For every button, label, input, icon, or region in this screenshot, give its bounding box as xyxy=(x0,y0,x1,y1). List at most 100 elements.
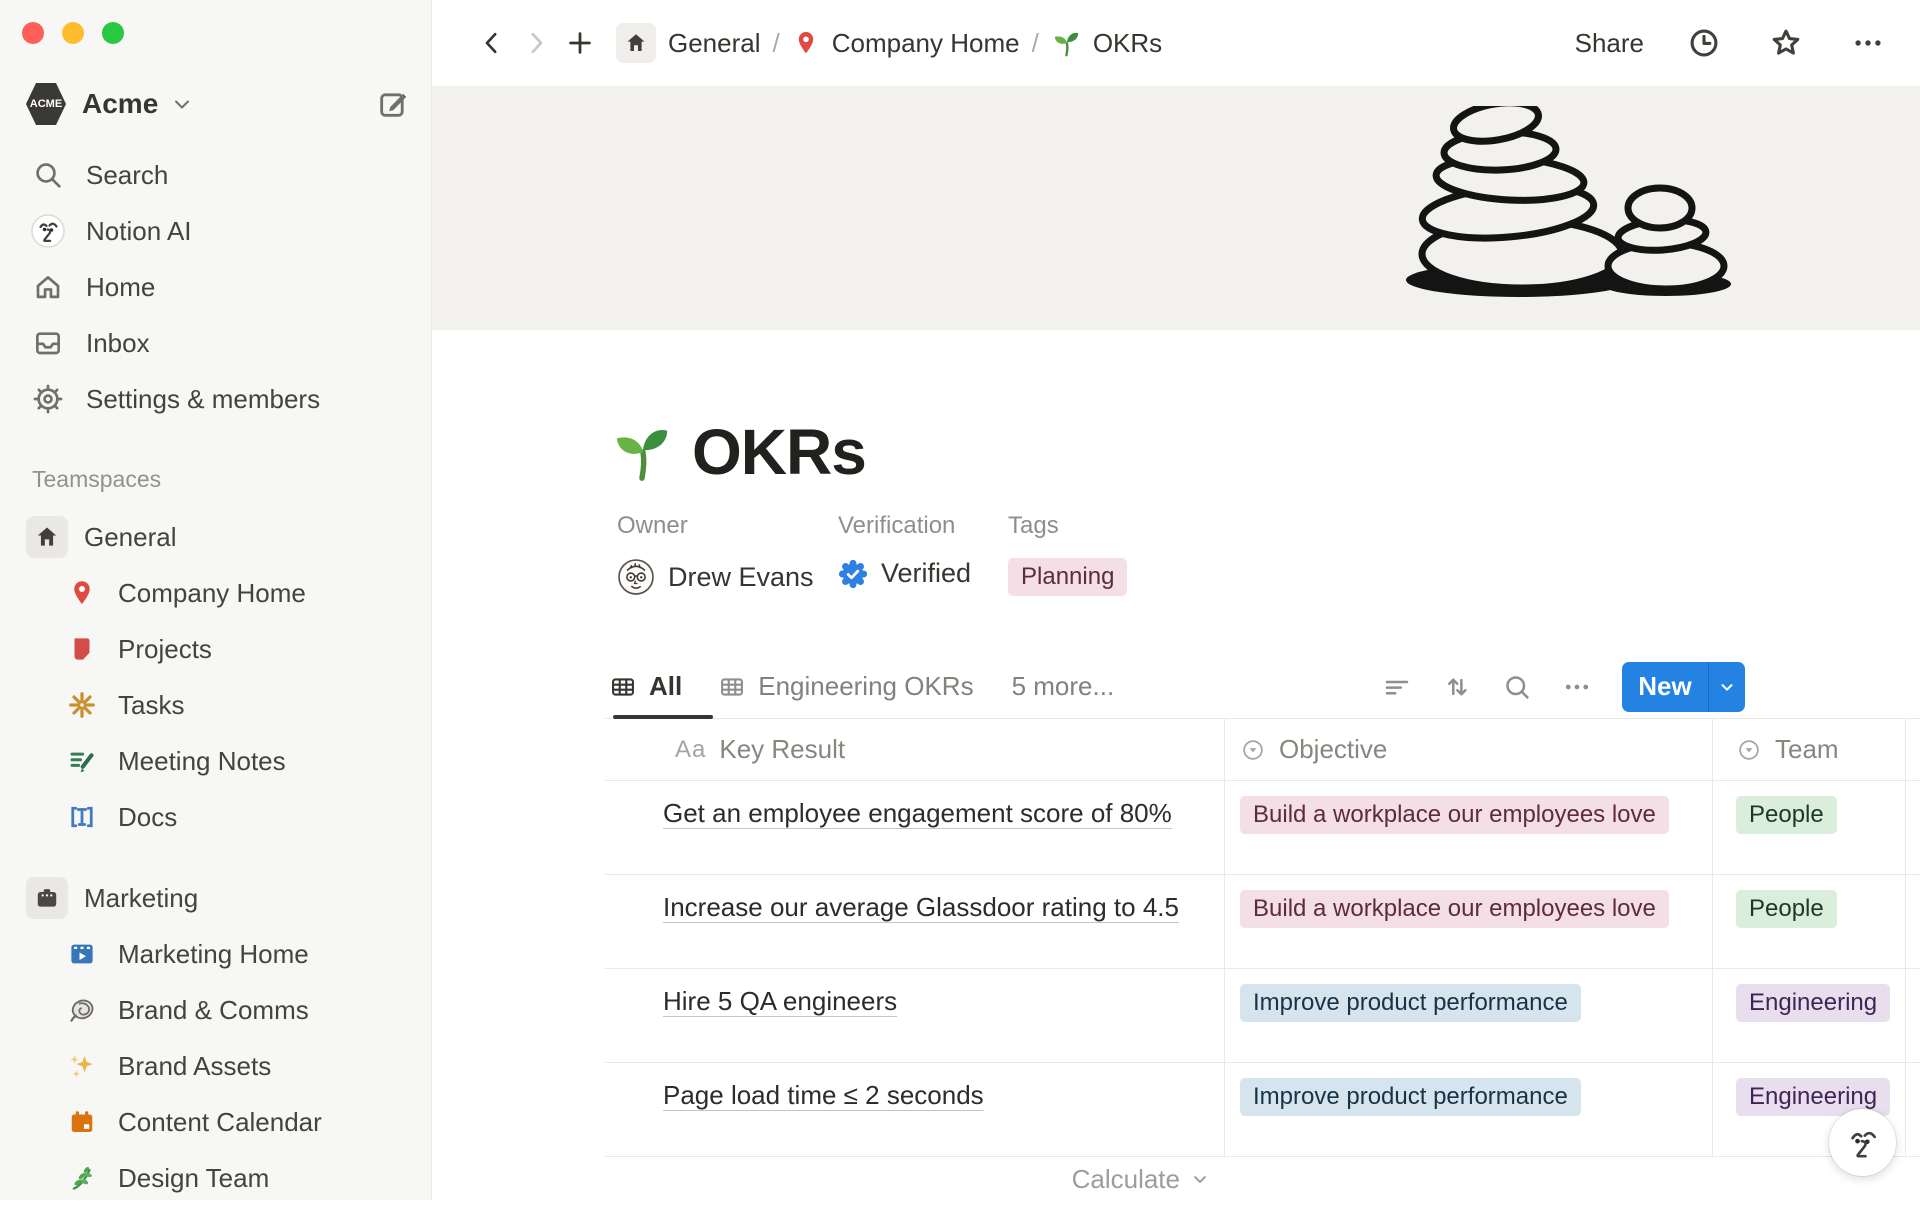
sidebar-item-notion-ai[interactable]: Notion AI xyxy=(12,203,420,259)
sidebar-item-company-home[interactable]: Company Home xyxy=(12,565,420,621)
workspace-switcher[interactable]: ACME Acme xyxy=(26,80,410,128)
tab-all[interactable]: All xyxy=(609,655,682,718)
column-header-team[interactable]: Team xyxy=(1712,719,1912,780)
notes-pencil-icon xyxy=(62,746,102,776)
sidebar-item-meeting-notes[interactable]: Meeting Notes xyxy=(12,733,420,789)
sprout-page-icon[interactable] xyxy=(610,421,672,483)
sidebar-item-home[interactable]: Home xyxy=(12,259,420,315)
teamspace-general-group: General Company Home Projects xyxy=(12,509,420,845)
close-window-button[interactable] xyxy=(22,22,44,44)
key-result-cell[interactable]: Increase our average Glassdoor rating to… xyxy=(605,875,1224,968)
filter-icon[interactable] xyxy=(1382,672,1412,702)
sparkles-icon xyxy=(62,1051,102,1081)
forward-icon[interactable] xyxy=(514,21,558,65)
sidebar-item-content-calendar[interactable]: Content Calendar xyxy=(12,1094,420,1150)
objective-cell[interactable]: Improve product performance xyxy=(1224,969,1712,1062)
breadcrumb-general-icon[interactable] xyxy=(616,23,656,63)
sidebar-item-marketing-home[interactable]: Marketing Home xyxy=(12,926,420,982)
team-cell[interactable]: People xyxy=(1712,875,1912,968)
key-result-link: Get an employee engagement score of 80% xyxy=(663,798,1172,828)
breadcrumb-company-home[interactable]: Company Home xyxy=(832,28,1020,59)
column-divider[interactable] xyxy=(1712,719,1713,1157)
team-cell[interactable]: Engineering xyxy=(1712,969,1912,1062)
objective-cell[interactable]: Build a workplace our employees love xyxy=(1224,875,1712,968)
sidebar-item-brand-assets[interactable]: Brand Assets xyxy=(12,1038,420,1094)
sidebar-item-label: General xyxy=(84,522,177,553)
team-tag[interactable]: People xyxy=(1736,796,1837,834)
sidebar-item-label: Content Calendar xyxy=(118,1107,322,1138)
team-cell[interactable]: People xyxy=(1712,781,1912,874)
clock-icon[interactable] xyxy=(1682,21,1726,65)
team-tag[interactable]: Engineering xyxy=(1736,984,1890,1022)
more-options-icon[interactable] xyxy=(1846,21,1890,65)
tags-value[interactable]: Planning xyxy=(1008,558,1127,596)
sidebar-item-projects[interactable]: Projects xyxy=(12,621,420,677)
column-divider[interactable] xyxy=(1224,719,1225,1157)
sidebar-item-inbox[interactable]: Inbox xyxy=(12,315,420,371)
objective-tag[interactable]: Improve product performance xyxy=(1240,1078,1581,1116)
notion-ai-fab[interactable] xyxy=(1829,1109,1896,1176)
more-views-button[interactable]: 5 more... xyxy=(1012,671,1115,702)
column-divider[interactable] xyxy=(1905,719,1906,1157)
new-button-chevron-icon[interactable] xyxy=(1709,662,1745,712)
sidebar-item-brand-comms[interactable]: Brand & Comms xyxy=(12,982,420,1038)
column-header-key-result[interactable]: Aa Key Result xyxy=(605,719,1224,780)
column-header-objective[interactable]: Objective xyxy=(1224,719,1712,780)
sidebar-item-search[interactable]: Search xyxy=(12,147,420,203)
property-tags: Tags Planning xyxy=(1008,512,1127,596)
sidebar-item-label: Docs xyxy=(118,802,177,833)
objective-tag[interactable]: Improve product performance xyxy=(1240,984,1581,1022)
tag-planning[interactable]: Planning xyxy=(1008,558,1127,596)
view-options-icon[interactable] xyxy=(1562,672,1592,702)
page-cover[interactable] xyxy=(432,86,1920,330)
breadcrumb-okrs[interactable]: OKRs xyxy=(1093,28,1162,59)
select-property-icon xyxy=(1240,737,1266,763)
sidebar-item-marketing[interactable]: Marketing xyxy=(12,870,420,926)
key-result-cell[interactable]: Page load time ≤ 2 seconds xyxy=(605,1063,1224,1156)
objective-cell[interactable]: Improve product performance xyxy=(1224,1063,1712,1156)
page-header: OKRs xyxy=(610,415,866,489)
sidebar-item-docs[interactable]: Docs xyxy=(12,789,420,845)
search-view-icon[interactable] xyxy=(1502,672,1532,702)
sidebar-item-design-team[interactable]: Design Team xyxy=(12,1150,420,1206)
new-button[interactable]: New xyxy=(1622,662,1745,712)
team-tag[interactable]: People xyxy=(1736,890,1837,928)
breadcrumb: General / Company Home / OKRs xyxy=(616,23,1162,63)
sidebar-item-general[interactable]: General xyxy=(12,509,420,565)
sidebar-item-tasks[interactable]: Tasks xyxy=(12,677,420,733)
minimize-window-button[interactable] xyxy=(62,22,84,44)
sort-icon[interactable] xyxy=(1442,672,1472,702)
select-property-icon xyxy=(1736,737,1762,763)
notion-ai-face-icon xyxy=(28,213,68,249)
breadcrumb-general[interactable]: General xyxy=(668,28,761,59)
tab-engineering-okrs[interactable]: Engineering OKRs xyxy=(718,655,973,718)
owner-label: Owner xyxy=(617,512,814,540)
key-result-cell[interactable]: Get an employee engagement score of 80% xyxy=(605,781,1224,874)
objective-tag[interactable]: Build a workplace our employees love xyxy=(1240,796,1669,834)
key-result-cell[interactable]: Hire 5 QA engineers xyxy=(605,969,1224,1062)
owner-value[interactable]: Drew Evans xyxy=(617,558,814,596)
table-row[interactable]: Hire 5 QA engineers Improve product perf… xyxy=(605,969,1920,1063)
new-button-label[interactable]: New xyxy=(1622,662,1708,712)
key-result-link: Hire 5 QA engineers xyxy=(663,986,897,1016)
sidebar-item-settings[interactable]: Settings & members xyxy=(12,371,420,427)
star-icon[interactable] xyxy=(1764,21,1808,65)
herb-icon xyxy=(62,1163,102,1193)
table-row[interactable]: Get an employee engagement score of 80% … xyxy=(605,781,1920,875)
add-page-icon[interactable] xyxy=(558,21,602,65)
objective-cell[interactable]: Build a workplace our employees love xyxy=(1224,781,1712,874)
home-icon xyxy=(28,271,68,303)
page-title[interactable]: OKRs xyxy=(692,415,866,489)
zoom-window-button[interactable] xyxy=(102,22,124,44)
back-icon[interactable] xyxy=(470,21,514,65)
new-page-icon[interactable] xyxy=(376,87,410,121)
table-row[interactable]: Increase our average Glassdoor rating to… xyxy=(605,875,1920,969)
share-button[interactable]: Share xyxy=(1575,28,1644,59)
objective-tag[interactable]: Build a workplace our employees love xyxy=(1240,890,1669,928)
sidebar-item-label: Settings & members xyxy=(86,384,320,415)
search-icon xyxy=(28,159,68,191)
verification-value[interactable]: Verified xyxy=(838,558,971,589)
calculate-button[interactable]: Calculate xyxy=(605,1157,1224,1201)
sidebar-nav: Search Notion AI Home xyxy=(12,147,420,427)
table-row[interactable]: Page load time ≤ 2 seconds Improve produ… xyxy=(605,1063,1920,1157)
